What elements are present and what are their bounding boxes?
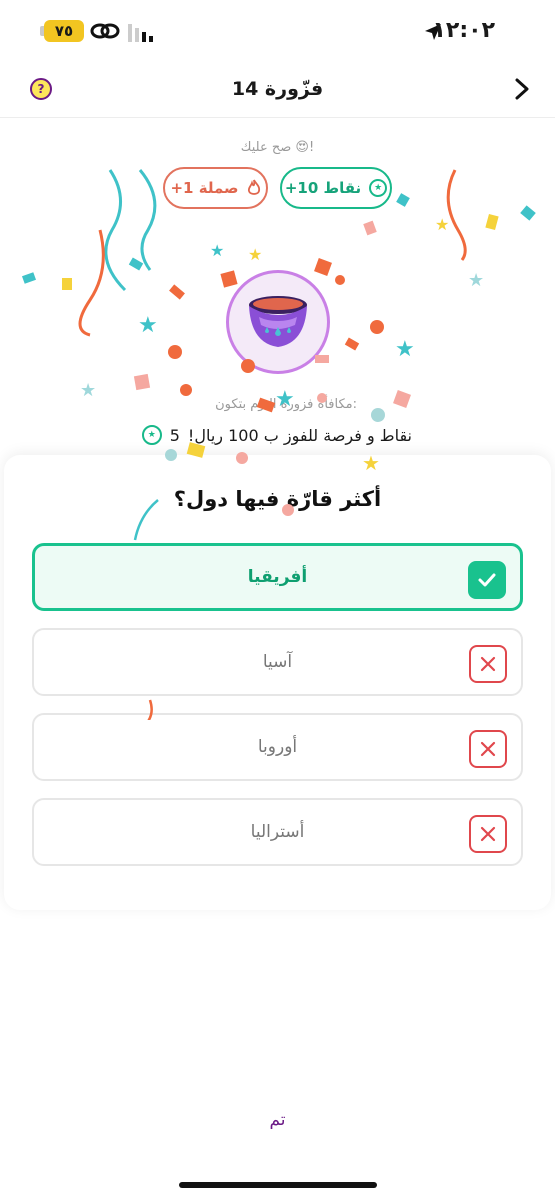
reward-bowl — [226, 270, 330, 374]
svg-text:★: ★ — [210, 241, 224, 260]
streak-label: +1 صملة — [170, 179, 239, 197]
streak-pill: +1 صملة — [163, 167, 268, 209]
prize-count: 5 — [169, 425, 180, 445]
done-button[interactable]: تم — [0, 1110, 555, 1130]
option-label: أستراليا — [250, 822, 305, 842]
app-header: ? فزّورة 14 — [0, 62, 555, 118]
answer-option-correct[interactable]: أفريقيا — [32, 543, 523, 611]
signal-icon — [128, 24, 153, 42]
flame-icon — [247, 179, 260, 195]
bowl-icon — [249, 296, 307, 347]
x-icon — [469, 645, 507, 683]
x-icon — [469, 815, 507, 853]
home-indicator — [179, 1182, 377, 1188]
praise-text: صح عليك 😍! — [240, 140, 315, 155]
status-bar: ٧٥ ١٢:٠٢ — [0, 0, 555, 62]
star-badge-icon: ★ — [369, 179, 388, 197]
points-label: +10 نقاط — [284, 179, 362, 197]
svg-text:★: ★ — [138, 313, 158, 338]
svg-text:★: ★ — [468, 270, 484, 291]
page-title: فزّورة 14 — [231, 78, 324, 100]
reward-caption: مكافأة فزورة اليوم بتكون: — [215, 397, 357, 412]
check-icon — [468, 561, 506, 599]
status-time: ١٢:٠٢ — [432, 18, 495, 43]
back-chevron-icon[interactable] — [511, 76, 533, 102]
battery-indicator: ٧٥ — [44, 20, 84, 42]
answer-option[interactable]: أوروبا — [32, 713, 523, 781]
answer-option[interactable]: آسيا — [32, 628, 523, 696]
question-text: أكثر قارّة فيها دول؟ — [173, 487, 382, 511]
option-label: آسيا — [262, 652, 293, 672]
option-label: أفريقيا — [247, 567, 308, 587]
points-pill: +10 نقاط ★ — [280, 167, 392, 209]
svg-text:★: ★ — [395, 337, 415, 362]
prize-text: نقاط و فرصة للفوز ب 100 ريال! — [187, 425, 412, 445]
svg-text:★: ★ — [248, 245, 262, 264]
reward-prize-line: ★ 5 نقاط و فرصة للفوز ب 100 ريال! — [141, 425, 412, 445]
svg-text:★: ★ — [435, 215, 449, 234]
link-icon — [90, 23, 120, 39]
option-label: أوروبا — [257, 737, 298, 757]
answer-option[interactable]: أستراليا — [32, 798, 523, 866]
star-badge-icon: ★ — [141, 425, 162, 445]
x-icon — [469, 730, 507, 768]
